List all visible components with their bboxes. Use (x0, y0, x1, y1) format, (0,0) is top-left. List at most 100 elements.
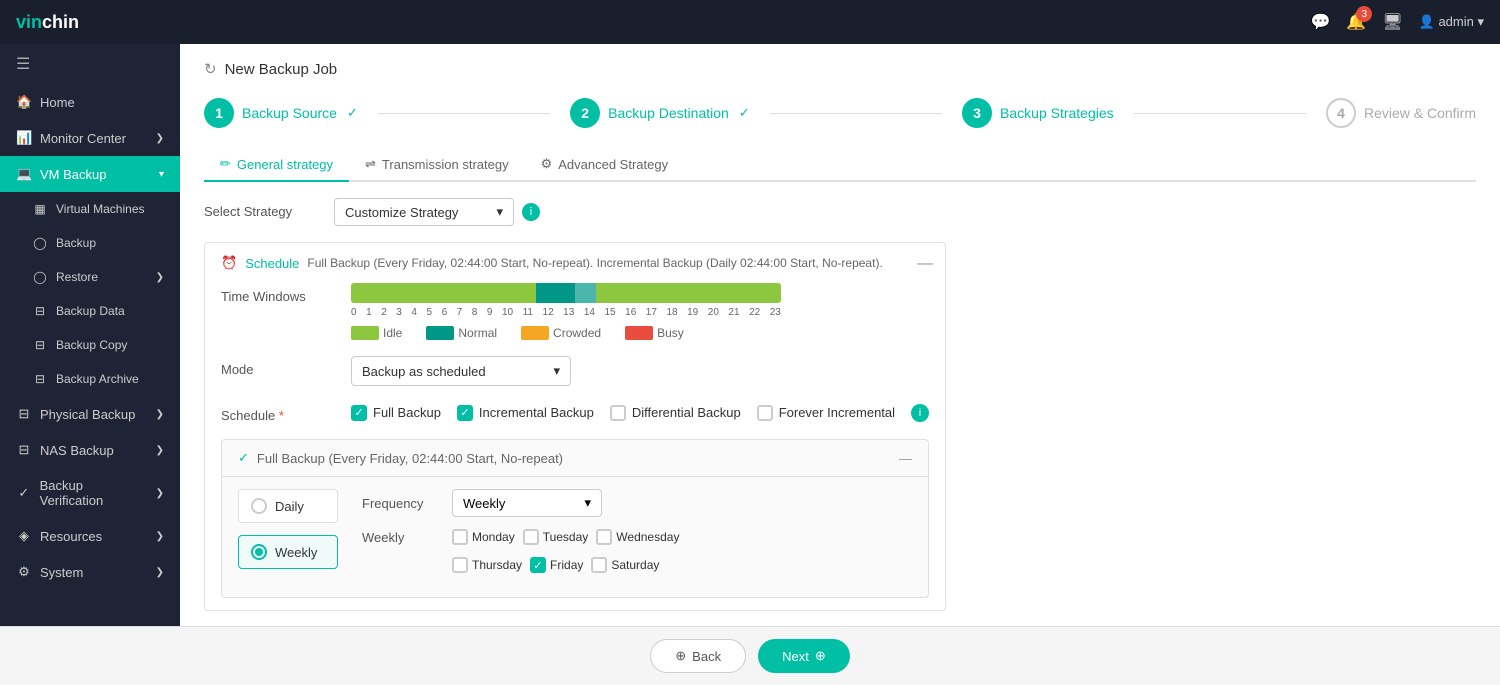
tw-idle-color (351, 326, 379, 340)
transmission-tab-icon: ⇌ (365, 156, 376, 172)
checkbox-forever-incremental[interactable]: Forever Incremental (757, 405, 895, 421)
sidebar-item-backup[interactable]: ◯ Backup (0, 226, 180, 260)
notifications-icon[interactable]: 🔔 3 (1346, 12, 1366, 32)
sidebar-label-backup-archive: Backup Archive (56, 372, 139, 386)
notification-badge: 3 (1356, 6, 1372, 22)
sidebar-toggle[interactable]: ☰ (0, 44, 180, 84)
step-divider-3 (1134, 113, 1306, 114)
sidebar-item-system[interactable]: ⚙ System ❯ (0, 554, 180, 590)
tab-transmission[interactable]: ⇌ Transmission strategy (349, 148, 525, 182)
mode-value: Backup as scheduled (362, 364, 486, 379)
incremental-backup-checkbox[interactable] (457, 405, 473, 421)
frequency-section: Frequency Weekly ▾ Weekly (362, 489, 912, 585)
freq-arrow-icon: ▾ (584, 495, 591, 511)
sidebar-item-backup-archive[interactable]: ⊟ Backup Archive (0, 362, 180, 396)
page-header-icon: ↻ (204, 60, 217, 78)
sub-schedule-title: Full Backup (Every Friday, 02:44:00 Star… (257, 451, 563, 466)
schedule-checkbox-group: Full Backup Incremental Backup Different… (351, 404, 929, 422)
radio-weekly[interactable]: Weekly (238, 535, 338, 569)
back-button[interactable]: ⊕ Back (650, 639, 746, 673)
sidebar-label-nas-backup: NAS Backup (40, 443, 114, 458)
sidebar-item-physical-backup[interactable]: ⊟ Physical Backup ❯ (0, 396, 180, 432)
step-4: 4 Review & Confirm (1326, 98, 1476, 128)
checkbox-full-backup[interactable]: Full Backup (351, 405, 441, 421)
strategy-select[interactable]: Customize Strategy ▾ (334, 198, 514, 226)
wednesday-checkbox[interactable] (596, 529, 612, 545)
frequency-select[interactable]: Weekly ▾ (452, 489, 602, 517)
sidebar-item-nas-backup[interactable]: ⊟ NAS Backup ❯ (0, 432, 180, 468)
tw-legend: Idle Normal Crowded (351, 326, 781, 340)
friday-label: Friday (550, 558, 583, 572)
day-tuesday[interactable]: Tuesday (523, 529, 589, 545)
saturday-checkbox[interactable] (591, 557, 607, 573)
tab-general[interactable]: ✏ General strategy (204, 148, 349, 182)
sub-schedule-collapse-button[interactable]: — (899, 451, 912, 466)
next-icon: ⊕ (815, 648, 826, 664)
admin-menu[interactable]: 👤 admin ▾ (1419, 14, 1484, 30)
day-friday[interactable]: Friday (530, 557, 583, 573)
mode-row: Mode Backup as scheduled ▾ (221, 356, 929, 386)
checkbox-differential-backup[interactable]: Differential Backup (610, 405, 741, 421)
backup-sub-box: ✓ Full Backup (Every Friday, 02:44:00 St… (221, 439, 929, 598)
radio-daily[interactable]: Daily (238, 489, 338, 523)
sidebar-item-monitor[interactable]: 📊 Monitor Center ❯ (0, 120, 180, 156)
backup-copy-icon: ⊟ (32, 338, 48, 352)
step-2-label: Backup Destination (608, 105, 729, 121)
page-header: ↻ New Backup Job (204, 60, 1476, 78)
tab-advanced[interactable]: ⚙ Advanced Strategy (525, 148, 685, 182)
sidebar-item-backup-verification[interactable]: ✓ Backup Verification ❯ (0, 468, 180, 518)
mode-arrow-icon: ▾ (553, 363, 560, 379)
sidebar-item-backup-data[interactable]: ⊟ Backup Data (0, 294, 180, 328)
time-windows-row: Time Windows (221, 283, 929, 340)
day-saturday[interactable]: Saturday (591, 557, 659, 573)
step-3: 3 Backup Strategies (962, 98, 1114, 128)
full-backup-checkbox[interactable] (351, 405, 367, 421)
weekly-label: Weekly (275, 545, 317, 560)
sidebar-item-backup-copy[interactable]: ⊟ Backup Copy (0, 328, 180, 362)
sidebar-label-resources: Resources (40, 529, 102, 544)
next-button[interactable]: Next ⊕ (758, 639, 850, 673)
strategy-info-icon[interactable]: i (522, 203, 540, 221)
checkbox-incremental-backup[interactable]: Incremental Backup (457, 405, 594, 421)
sidebar-item-virtual-machines[interactable]: ▦ Virtual Machines (0, 192, 180, 226)
monitor-arrow-icon: ❯ (156, 133, 164, 144)
content-area: ↻ New Backup Job 1 Backup Source ✓ 2 Bac… (180, 44, 1500, 626)
mode-select[interactable]: Backup as scheduled ▾ (351, 356, 571, 386)
tw-busy-color (625, 326, 653, 340)
sidebar-item-restore[interactable]: ◯ Restore ❯ (0, 260, 180, 294)
schedule-collapse-button[interactable]: — (917, 255, 933, 273)
differential-backup-checkbox[interactable] (610, 405, 626, 421)
tw-legend-normal: Normal (426, 326, 497, 340)
sidebar-item-resources[interactable]: ◈ Resources ❯ (0, 518, 180, 554)
tuesday-checkbox[interactable] (523, 529, 539, 545)
schedule-info-icon[interactable]: i (911, 404, 929, 422)
page-title: New Backup Job (225, 61, 338, 78)
forever-incremental-label: Forever Incremental (779, 405, 895, 420)
back-label: Back (692, 649, 721, 664)
monitor-icon[interactable]: 🖥 (1382, 12, 1402, 32)
friday-checkbox[interactable] (530, 557, 546, 573)
day-thursday[interactable]: Thursday (452, 557, 522, 573)
tuesday-label: Tuesday (543, 530, 589, 544)
select-strategy-row: Select Strategy Customize Strategy ▾ i (204, 198, 1476, 226)
time-windows-content: 012 345 678 91011 121314 151617 181920 2… (351, 283, 781, 340)
weekly-radio[interactable] (251, 544, 267, 560)
forever-incremental-checkbox[interactable] (757, 405, 773, 421)
full-backup-label: Full Backup (373, 405, 441, 420)
backup-icon: ◯ (32, 236, 48, 250)
daily-radio[interactable] (251, 498, 267, 514)
messages-icon[interactable]: 💬 (1310, 12, 1330, 32)
app-logo: vinchin (16, 12, 79, 33)
home-icon: 🏠 (16, 94, 32, 110)
day-monday[interactable]: Monday (452, 529, 515, 545)
general-tab-icon: ✏ (220, 156, 231, 172)
sidebar-label-backup-data: Backup Data (56, 304, 125, 318)
sidebar-item-home[interactable]: 🏠 Home (0, 84, 180, 120)
schedule-outer-row: ⏰ Schedule Full Backup (Every Friday, 02… (204, 242, 1476, 611)
nas-backup-arrow-icon: ❯ (156, 445, 164, 456)
thursday-checkbox[interactable] (452, 557, 468, 573)
monday-checkbox[interactable] (452, 529, 468, 545)
sidebar-item-vm-backup[interactable]: 💻 VM Backup ▾ (0, 156, 180, 192)
day-wednesday[interactable]: Wednesday (596, 529, 679, 545)
time-windows-label: Time Windows (221, 283, 351, 304)
